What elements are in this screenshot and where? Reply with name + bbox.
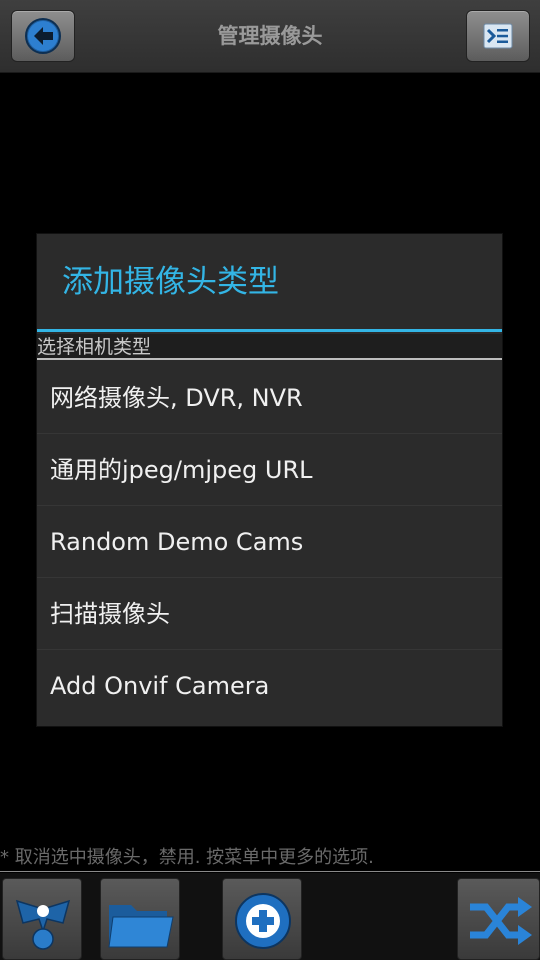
option-generic-jpeg-url[interactable]: 通用的jpeg/mjpeg URL <box>37 434 502 506</box>
option-add-onvif-camera[interactable]: Add Onvif Camera <box>37 650 502 722</box>
add-icon <box>235 893 291 949</box>
shuffle-button[interactable] <box>457 878 540 960</box>
arrow-left-icon <box>25 18 61 54</box>
menu-button[interactable] <box>466 10 530 62</box>
option-scan-cameras[interactable]: 扫描摄像头 <box>37 578 502 650</box>
shuffle-icon <box>470 897 532 945</box>
folder-icon <box>108 905 174 948</box>
list-menu-icon <box>483 23 513 49</box>
option-network-camera[interactable]: 网络摄像头, DVR, NVR <box>37 362 502 434</box>
section-header: 选择相机类型 <box>37 334 502 360</box>
dialog-title-divider <box>37 329 502 332</box>
dialog-title: 添加摄像头类型 <box>62 264 279 300</box>
network-cameras-button[interactable] <box>2 878 82 960</box>
add-camera-button[interactable] <box>222 878 302 960</box>
top-bar: 管理摄像头 <box>0 0 540 73</box>
folder-button[interactable] <box>100 878 180 960</box>
camera-network-icon <box>15 899 71 950</box>
back-button[interactable] <box>11 10 75 62</box>
option-random-demo-cams[interactable]: Random Demo Cams <box>37 506 502 578</box>
app-screen: 管理摄像头 添加摄像头类型 选择相机类型 网络摄像头, DVR, NVR 通用的… <box>0 0 540 960</box>
hint-text: * 取消选中摄像头，禁用. 按菜单中更多的选项. <box>0 845 540 872</box>
bottom-toolbar <box>0 873 540 960</box>
camera-type-list: 网络摄像头, DVR, NVR 通用的jpeg/mjpeg URL Random… <box>37 362 502 722</box>
page-title: 管理摄像头 <box>217 24 323 48</box>
add-camera-type-dialog: 添加摄像头类型 选择相机类型 网络摄像头, DVR, NVR 通用的jpeg/m… <box>37 234 502 726</box>
